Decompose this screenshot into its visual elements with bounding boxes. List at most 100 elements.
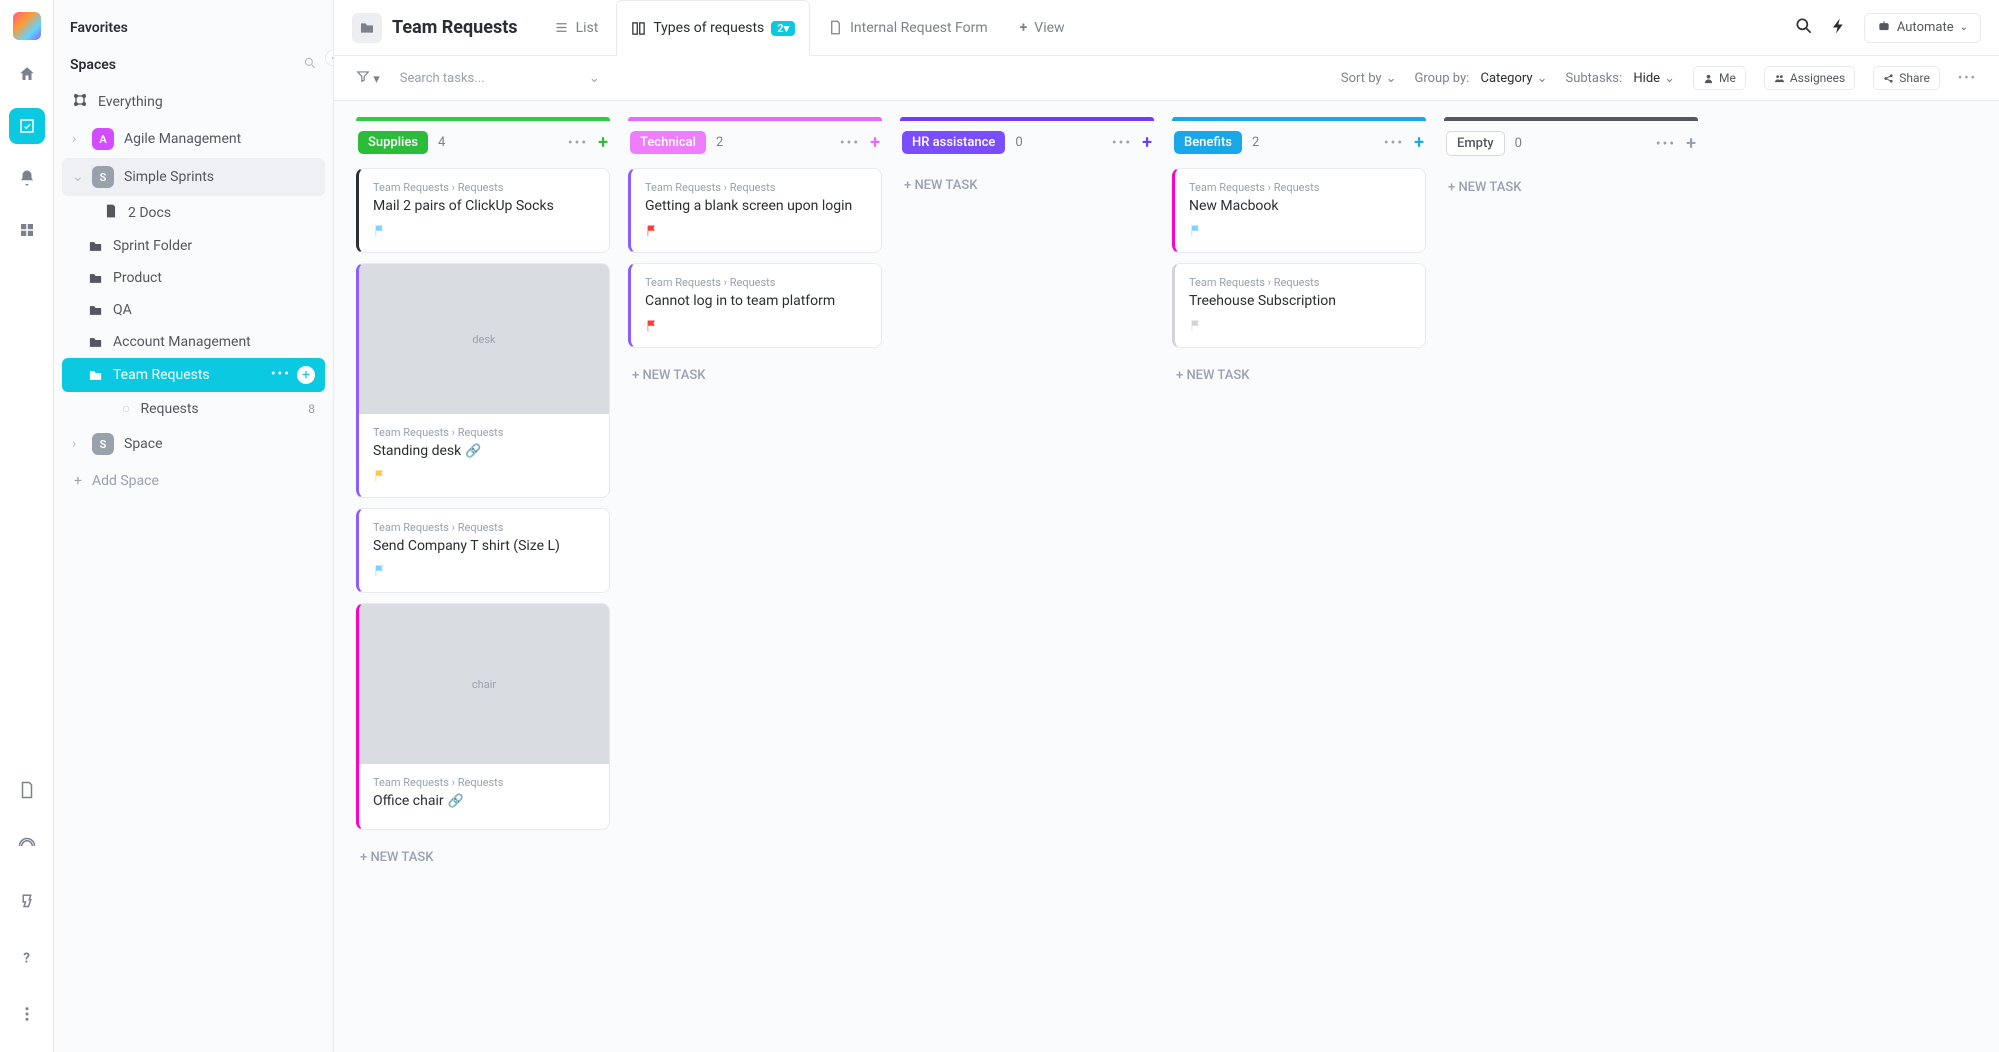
sidebar-item-simple-sprints[interactable]: ⌄ S Simple Sprints [62,158,325,196]
priority-flag [1189,319,1411,337]
page-header: Team Requests List Types of requests 2▾ … [334,0,1999,56]
share-chip[interactable]: Share [1873,66,1940,90]
new-task-button[interactable]: + NEW TASK [1172,358,1426,393]
lane-name-pill[interactable]: Supplies [358,131,428,154]
group-by-dropdown[interactable]: Group by: Category ⌄ [1414,71,1547,86]
task-card[interactable]: chair Team Requests › Requests Office ch… [356,603,610,830]
task-card[interactable]: Team Requests › Requests Send Company T … [356,508,610,593]
lane-name-pill[interactable]: HR assistance [902,131,1005,154]
notifications-icon[interactable] [9,160,45,196]
tab-types-of-requests[interactable]: Types of requests 2▾ [616,0,810,56]
item-menu-icon[interactable]: ••• [271,366,291,384]
goals-icon[interactable] [9,884,45,920]
toolbar-more-icon[interactable]: ••• [1958,71,1977,86]
sidebar-item-sprint-folder[interactable]: Sprint Folder [62,230,325,262]
card-title: Cannot log in to team platform [645,293,867,309]
collapse-sidebar-button[interactable]: ‹ [325,50,334,66]
lane-menu-icon[interactable]: ••• [840,135,860,151]
subtasks-dropdown[interactable]: Subtasks: Hide ⌄ [1565,71,1674,86]
bolt-icon[interactable] [1830,17,1848,39]
sidebar-item-product[interactable]: Product [62,262,325,294]
add-space-button[interactable]: + Add Space [62,463,325,499]
task-card[interactable]: Team Requests › Requests Getting a blank… [628,168,882,253]
lane-add-icon[interactable]: + [598,132,608,153]
help-icon[interactable]: ? [9,940,45,976]
sidebar-item-space[interactable]: › S Space [62,425,325,463]
sidebar-item-everything[interactable]: Everything [62,84,325,120]
pulse-icon[interactable] [9,828,45,864]
lane-header: Empty 0 ••• + [1444,127,1698,170]
sidebar-item-agile[interactable]: › A Agile Management [62,120,325,158]
add-list-icon[interactable]: + [297,366,315,384]
priority-flag [645,319,867,337]
search-tasks-input[interactable]: Search tasks... ⌄ [400,71,600,86]
new-task-button[interactable]: + NEW TASK [900,168,1154,203]
space-avatar-agile: A [92,128,114,150]
lane-empty: Empty 0 ••• + + NEW TASK [1444,117,1698,875]
task-card[interactable]: Team Requests › Requests Mail 2 pairs of… [356,168,610,253]
lane-menu-icon[interactable]: ••• [1656,136,1676,152]
lane-name-pill[interactable]: Empty [1446,131,1505,156]
card-title: Getting a blank screen upon login [645,198,867,214]
lane-menu-icon[interactable]: ••• [1384,135,1404,151]
card-title: Send Company T shirt (Size L) [373,538,595,554]
sort-by-dropdown[interactable]: Sort by ⌄ [1341,71,1397,86]
app-logo[interactable] [13,12,41,40]
new-task-button[interactable]: + NEW TASK [1444,170,1698,205]
lane-header: HR assistance 0 ••• + [900,127,1154,168]
lane-count: 0 [1515,136,1522,151]
folder-icon [88,239,103,254]
everything-icon [72,92,88,112]
me-filter-chip[interactable]: Me [1693,66,1746,90]
sidebar-item-requests[interactable]: ○ Requests 8 [62,392,325,425]
card-image: chair [359,604,609,764]
task-card[interactable]: Team Requests › Requests Cannot log in t… [628,263,882,348]
sidebar-item-account-mgmt[interactable]: Account Management [62,326,325,358]
card-breadcrumb: Team Requests › Requests [645,181,867,194]
lane-add-icon[interactable]: + [1142,132,1152,153]
lane-add-icon[interactable]: + [1686,133,1696,154]
lane-menu-icon[interactable]: ••• [1112,135,1132,151]
task-card[interactable]: Team Requests › Requests Treehouse Subsc… [1172,263,1426,348]
assignees-chip[interactable]: Assignees [1764,66,1855,90]
lane-menu-icon[interactable]: ••• [568,135,588,151]
chevron-right-icon: › [72,436,82,452]
search-icon[interactable] [1794,16,1814,40]
nav-rail: ? [0,0,54,1052]
lane-add-icon[interactable]: + [870,132,880,153]
filter-icon[interactable]: ▾ [356,69,380,87]
tab-add-view[interactable]: + View [1006,0,1079,56]
apps-icon[interactable] [9,212,45,248]
more-icon[interactable] [9,996,45,1032]
robot-icon [1877,19,1891,37]
lane-add-icon[interactable]: + [1414,132,1424,153]
chevron-down-icon: ⌄ [589,71,600,86]
card-breadcrumb: Team Requests › Requests [373,426,595,439]
space-avatar-space: S [92,433,114,455]
folder-icon [352,13,382,43]
lane-name-pill[interactable]: Benefits [1174,131,1242,154]
task-card[interactable]: desk Team Requests › Requests Standing d… [356,263,610,498]
sidebar-item-team-requests[interactable]: Team Requests ••• + [62,358,325,392]
new-task-button[interactable]: + NEW TASK [356,840,610,875]
new-task-button[interactable]: + NEW TASK [628,358,882,393]
tab-internal-form[interactable]: Internal Request Form [814,0,1002,56]
tab-list[interactable]: List [540,0,613,56]
task-card[interactable]: Team Requests › Requests New Macbook [1172,168,1426,253]
chevron-down-icon: ⌄ [72,169,82,185]
lane-name-pill[interactable]: Technical [630,131,706,154]
lane-count: 2 [716,135,723,150]
card-image: desk [359,264,609,414]
tab-badge: 2▾ [771,21,795,36]
favorites-section[interactable]: Favorites [62,10,325,46]
sidebar-item-qa[interactable]: QA [62,294,325,326]
search-spaces-icon[interactable] [303,56,317,74]
tasks-icon[interactable] [9,108,45,144]
automate-button[interactable]: Automate ⌄ [1864,13,1981,43]
docs-icon[interactable] [9,772,45,808]
folder-icon [88,335,103,350]
folder-open-icon [88,368,103,383]
card-breadcrumb: Team Requests › Requests [373,776,595,789]
home-icon[interactable] [9,56,45,92]
sidebar-item-docs[interactable]: 2 Docs [62,196,325,230]
